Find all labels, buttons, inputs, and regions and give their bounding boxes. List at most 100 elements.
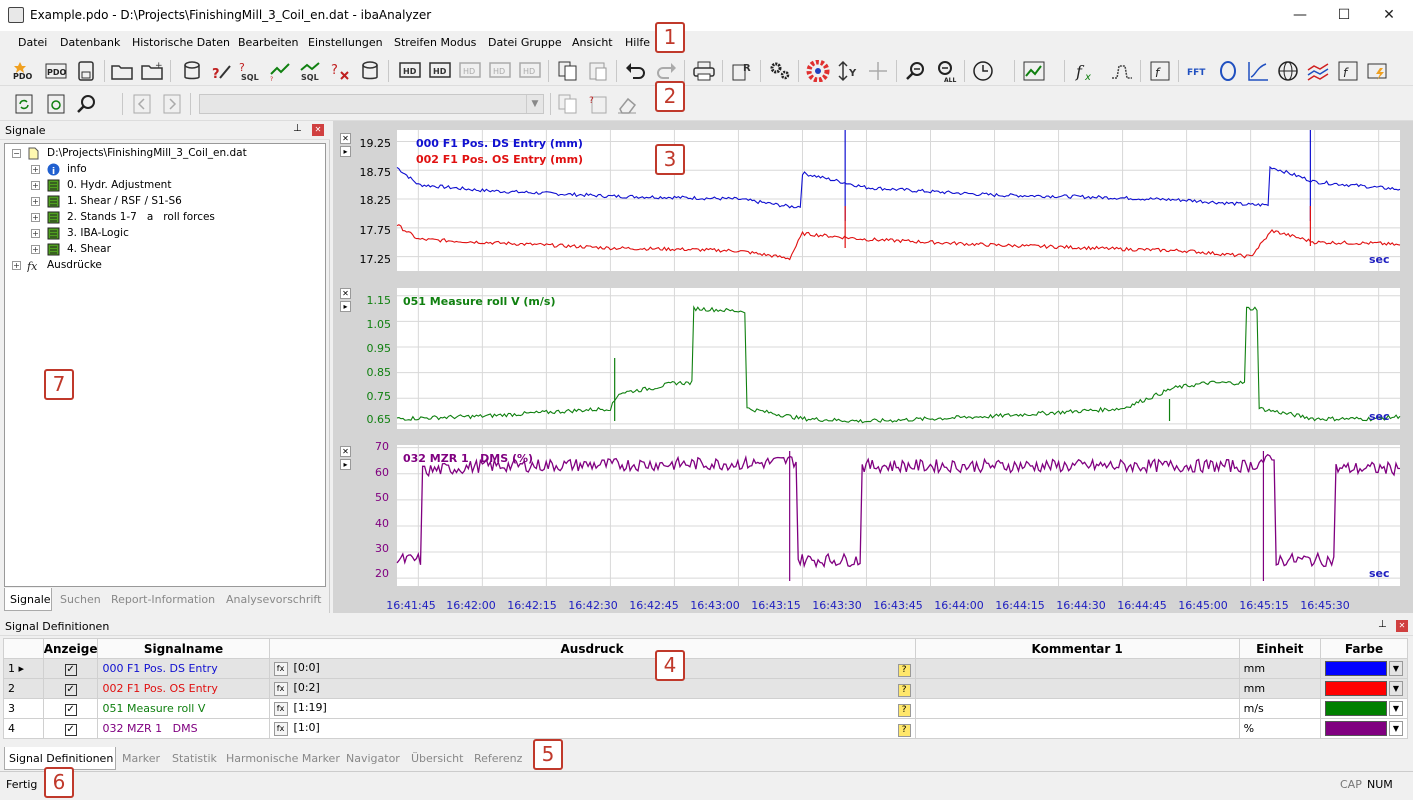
open-folder-icon[interactable] [110,60,134,82]
refresh-icon[interactable] [12,93,36,115]
col-header-einheit[interactable]: Einheit [1238,638,1321,659]
multi-trend-icon[interactable] [1306,60,1330,82]
hd-delete-icon[interactable]: HD [458,60,482,82]
print-icon[interactable] [692,60,716,82]
file-selector-combo[interactable] [199,94,544,114]
color-wheel-icon[interactable] [806,60,830,82]
redo-icon[interactable] [654,60,678,82]
color-cell[interactable]: ▼ [1319,678,1409,699]
tab-signal-definitionen[interactable]: Signal Definitionen [9,749,113,769]
paste-icon[interactable] [586,60,610,82]
hd-query-icon[interactable]: HD [428,60,452,82]
copy-gray-icon[interactable] [556,93,580,115]
series-line[interactable] [396,453,1400,569]
tab-uebersicht[interactable]: Übersicht [411,749,463,769]
legend-mzr-dms[interactable]: 032 MZR 1 DMS (%) [403,452,533,465]
hd-icon[interactable]: HD [398,60,422,82]
display-checkbox-cell[interactable]: ✓ [42,678,99,699]
display-checkbox[interactable]: ✓ [64,703,77,716]
row-index[interactable]: 3 [3,698,44,719]
legend-ds-entry[interactable]: 000 F1 Pos. DS Entry (mm) [416,137,583,150]
y-axis-scale-icon[interactable]: Y [836,60,860,82]
chevron-down-icon[interactable]: ▼ [1388,701,1403,716]
color-swatch[interactable] [1324,721,1387,736]
formula-icon[interactable]: fx [273,681,288,696]
col-header-kommentar[interactable]: Kommentar 1 [914,638,1240,659]
col-header-anzeige[interactable]: Anzeige [42,638,99,659]
sql-trend-icon[interactable]: SQL [298,60,322,82]
comment-cell[interactable] [914,718,1240,739]
row-index[interactable]: 4 [3,718,44,739]
copy-icon[interactable] [556,60,580,82]
chart-type-icon[interactable] [1022,60,1046,82]
series-line[interactable] [396,165,1401,209]
chevron-down-icon[interactable]: ▼ [1388,661,1403,676]
tree-item-shear-rsf[interactable]: 1. Shear / RSF / S1-S6 [67,193,182,209]
signal-name-cell[interactable]: 002 F1 Pos. OS Entry [97,678,270,699]
tab-statistik[interactable]: Statistik [172,749,217,769]
tree-item-shear[interactable]: 4. Shear [67,241,111,257]
close-panel-icon[interactable]: ✕ [312,124,324,136]
col-header-ausdruck[interactable]: Ausdruck [268,638,916,659]
database-icon[interactable] [180,60,204,82]
hd-disabled2-icon[interactable]: HD [518,60,542,82]
formula-icon[interactable]: fx [273,721,288,736]
formula-icon[interactable]: fx [1074,60,1098,82]
eraser-icon[interactable] [616,93,640,115]
display-checkbox-cell[interactable]: ✓ [42,718,99,739]
tree-item-stands[interactable]: 2. Stands 1-7 a roll forces [67,209,215,225]
comment-cell[interactable] [914,658,1240,679]
unit-cell[interactable]: m/s [1238,698,1321,719]
formula-icon[interactable]: fx [273,701,288,716]
zoom-all-icon[interactable]: ALL [934,60,958,82]
legend-os-entry[interactable]: 002 F1 Pos. OS Entry (mm) [416,153,583,166]
db-sql-trend-icon[interactable]: ? [268,60,292,82]
menu-datei-gruppe[interactable]: Datei Gruppe [488,36,562,49]
tab-referenz[interactable]: Referenz [474,749,522,769]
row-index[interactable]: 2 [3,678,44,699]
menu-historische-daten[interactable]: Historische Daten [132,36,230,49]
tab-suchen[interactable]: Suchen [60,590,101,610]
previous-icon[interactable] [130,93,154,115]
signal-name-cell[interactable]: 032 MZR 1 DMS [97,718,270,739]
db-query-icon[interactable]: ? [210,60,234,82]
pin-icon[interactable]: ⊥ [293,123,302,134]
expand-icon[interactable]: + [31,229,40,238]
search-icon[interactable] [76,93,100,115]
display-checkbox[interactable]: ✓ [64,663,77,676]
chevron-down-icon[interactable]: ▼ [526,95,543,113]
row-index[interactable]: 1 ▸ [3,658,44,679]
tab-harmonische-marker[interactable]: Harmonische Marker [226,749,340,769]
chevron-down-icon[interactable]: ▼ [1388,721,1403,736]
display-checkbox-cell[interactable]: ✓ [42,658,99,679]
expand-icon[interactable]: + [31,245,40,254]
tree-item-hydr-adjustment[interactable]: 0. Hydr. Adjustment [67,177,171,193]
orbit-icon[interactable] [1216,60,1240,82]
expression-cell[interactable]: fx [0:0]? [268,658,916,679]
color-swatch[interactable] [1324,661,1387,676]
help-icon[interactable]: ? [897,683,911,697]
color-swatch[interactable] [1324,701,1387,716]
color-cell[interactable]: ▼ [1319,658,1409,679]
sql-delete-icon[interactable]: ? [328,60,352,82]
fft-icon[interactable]: FFT [1186,60,1210,82]
menu-einstellungen[interactable]: Einstellungen [308,36,383,49]
table-row[interactable]: 3 ✓ 051 Measure roll V fx [1:19]? m/s ▼ [3,698,1409,719]
expression-cell[interactable]: fx [1:0]? [268,718,916,739]
xy-scale-icon[interactable] [866,60,890,82]
tree-item-expressions[interactable]: Ausdrücke [47,257,102,273]
pulse-icon[interactable] [1110,60,1134,82]
report-icon[interactable]: R [730,60,754,82]
col-header-signalname[interactable]: Signalname [97,638,270,659]
new-pdo-icon[interactable]: PDO [12,60,36,82]
reload-file-icon[interactable] [44,93,68,115]
table-row[interactable]: 2 ✓ 002 F1 Pos. OS Entry fx [0:2]? mm ▼ [3,678,1409,699]
menu-datei[interactable]: Datei [18,36,47,49]
table-row[interactable]: 4 ✓ 032 MZR 1 DMS fx [1:0]? % ▼ [3,718,1409,739]
save-icon[interactable] [74,60,98,82]
display-checkbox[interactable]: ✓ [64,683,77,696]
tab-marker[interactable]: Marker [122,749,160,769]
close-panel-icon[interactable]: ✕ [1396,620,1408,632]
undo-icon[interactable] [624,60,648,82]
chevron-down-icon[interactable]: ▼ [1388,681,1403,696]
